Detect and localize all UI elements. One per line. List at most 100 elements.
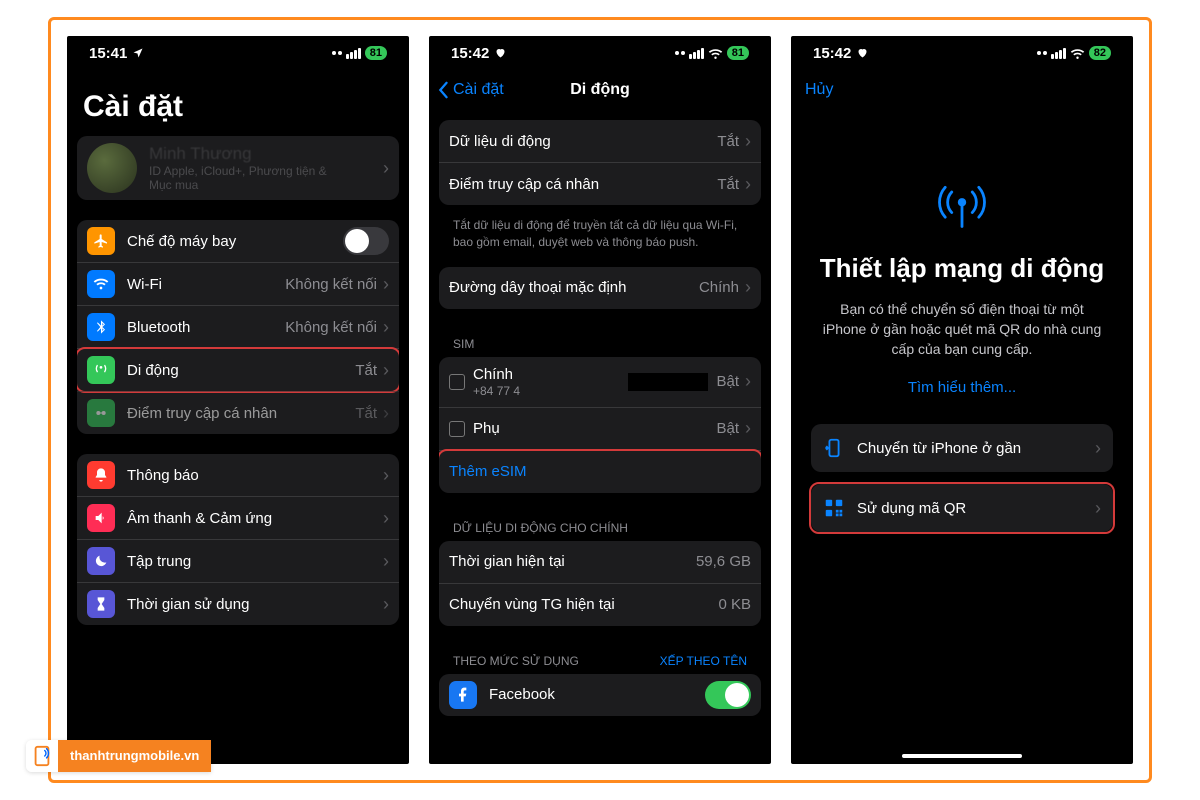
chevron-right-icon: › bbox=[1095, 498, 1101, 519]
heart-icon bbox=[856, 47, 869, 59]
cellular-row[interactable]: Di động Tắt › bbox=[77, 348, 399, 391]
default-voice-line-row[interactable]: Đường dây thoại mặc định Chính › bbox=[439, 267, 761, 309]
dual-sim-icon bbox=[332, 51, 342, 55]
sort-by-name-link[interactable]: XẾP THEO TÊN bbox=[660, 654, 747, 668]
status-time: 15:41 bbox=[89, 45, 127, 62]
current-period-row[interactable]: Thời gian hiện tại 59,6 GB bbox=[439, 541, 761, 583]
page-title: Cài đặt bbox=[67, 70, 409, 136]
bell-icon bbox=[87, 461, 115, 489]
personal-hotspot-row[interactable]: Điểm truy cập cá nhân Tắt › bbox=[439, 162, 761, 205]
hotspot-row[interactable]: Điểm truy cập cá nhân Tắt › bbox=[77, 391, 399, 434]
brand-logo-icon bbox=[26, 740, 58, 772]
airplane-mode-row[interactable]: Chế độ máy bay bbox=[77, 220, 399, 262]
sim-group: Chính +84 77 4 Bật › Phụ Bật › Thêm bbox=[439, 357, 761, 493]
watermark-brand: thanhtrungmobile.vn bbox=[26, 740, 211, 772]
cellular-data-group: Dữ liệu di động Tắt › Điểm truy cập cá n… bbox=[439, 120, 761, 205]
sim-secondary-row[interactable]: Phụ Bật › bbox=[439, 407, 761, 450]
wifi-row[interactable]: Wi-Fi Không kết nối › bbox=[77, 262, 399, 305]
profile-group: Minh Thương ID Apple, iCloud+, Phương ti… bbox=[77, 136, 399, 200]
nav-header: Hủy bbox=[791, 70, 1133, 110]
brand-text: thanhtrungmobile.vn bbox=[58, 740, 211, 772]
sim-section-header: SIM bbox=[439, 329, 761, 357]
antenna-icon bbox=[934, 178, 990, 234]
sim-badge-icon bbox=[449, 374, 465, 390]
hourglass-icon bbox=[87, 590, 115, 618]
by-usage-header: THEO MỨC SỬ DỤNG XẾP THEO TÊN bbox=[439, 646, 761, 674]
status-bar: 15:42 82 bbox=[791, 36, 1133, 70]
chevron-right-icon: › bbox=[383, 274, 389, 295]
chevron-right-icon: › bbox=[383, 465, 389, 486]
cellular-data-row[interactable]: Dữ liệu di động Tắt › bbox=[439, 120, 761, 162]
chevron-right-icon: › bbox=[745, 277, 751, 298]
screentime-row[interactable]: Thời gian sử dụng › bbox=[77, 582, 399, 625]
nav-header: Cài đặt Di động bbox=[429, 70, 771, 110]
battery-indicator: 81 bbox=[727, 46, 749, 60]
profile-sub1: ID Apple, iCloud+, Phương tiện & bbox=[149, 164, 377, 178]
chevron-right-icon: › bbox=[745, 131, 751, 152]
profile-sub2: Mục mua bbox=[149, 178, 377, 192]
qr-icon bbox=[823, 497, 845, 519]
wifi-icon bbox=[708, 48, 723, 59]
cell-signal-icon bbox=[346, 48, 361, 59]
heart-icon bbox=[494, 47, 507, 59]
cell-signal-icon bbox=[689, 48, 704, 59]
chevron-right-icon: › bbox=[383, 508, 389, 529]
cancel-button[interactable]: Hủy bbox=[805, 70, 833, 110]
setup-title: Thiết lập mạng di động bbox=[820, 252, 1105, 285]
airplane-icon bbox=[87, 227, 115, 255]
dual-sim-icon bbox=[675, 51, 685, 55]
status-time: 15:42 bbox=[813, 45, 851, 62]
wifi-icon bbox=[87, 270, 115, 298]
apple-id-row[interactable]: Minh Thương ID Apple, iCloud+, Phương ti… bbox=[77, 136, 399, 200]
wifi-icon bbox=[1070, 48, 1085, 59]
chevron-right-icon: › bbox=[383, 360, 389, 381]
add-esim-row[interactable]: Thêm eSIM bbox=[439, 450, 761, 493]
screenshot-cellular: 15:42 81 Cài đặt Di động Dữ liệu di động… bbox=[429, 36, 771, 764]
dual-sim-icon bbox=[1037, 51, 1047, 55]
app-facebook-row[interactable]: Facebook bbox=[439, 674, 761, 716]
connectivity-group: Chế độ máy bay Wi-Fi Không kết nối › Blu… bbox=[77, 220, 399, 434]
airplane-toggle[interactable] bbox=[343, 227, 389, 255]
default-line-group: Đường dây thoại mặc định Chính › bbox=[439, 267, 761, 309]
sim-badge-icon bbox=[449, 421, 465, 437]
location-icon bbox=[132, 47, 144, 59]
transfer-from-iphone-row[interactable]: Chuyển từ iPhone ở gần › bbox=[811, 424, 1113, 472]
use-qr-code-row[interactable]: Sử dụng mã QR › bbox=[811, 484, 1113, 532]
data-for-primary-header: DỮ LIỆU DI ĐỘNG CHO CHÍNH bbox=[439, 513, 761, 541]
back-button[interactable]: Cài đặt bbox=[437, 70, 504, 110]
learn-more-link[interactable]: Tìm hiểu thêm... bbox=[908, 379, 1016, 396]
notifications-row[interactable]: Thông báo › bbox=[77, 454, 399, 496]
chevron-right-icon: › bbox=[383, 403, 389, 424]
screenshot-settings: 15:41 81 Cài đặt Minh Thương ID Apple, i… bbox=[67, 36, 409, 764]
roaming-period-row[interactable]: Chuyển vùng TG hiện tại 0 KB bbox=[439, 583, 761, 626]
bluetooth-icon bbox=[87, 313, 115, 341]
app-toggle[interactable] bbox=[705, 681, 751, 709]
cell-signal-icon bbox=[1051, 48, 1066, 59]
hotspot-icon bbox=[87, 399, 115, 427]
avatar bbox=[87, 143, 137, 193]
home-indicator[interactable] bbox=[902, 754, 1022, 758]
usage-stats-group: Thời gian hiện tại 59,6 GB Chuyển vùng T… bbox=[439, 541, 761, 626]
chevron-right-icon: › bbox=[383, 551, 389, 572]
sound-icon bbox=[87, 504, 115, 532]
status-bar: 15:41 81 bbox=[67, 36, 409, 70]
focus-row[interactable]: Tập trung › bbox=[77, 539, 399, 582]
cellular-icon bbox=[87, 356, 115, 384]
chevron-right-icon: › bbox=[1095, 438, 1101, 459]
tutorial-frame: 15:41 81 Cài đặt Minh Thương ID Apple, i… bbox=[48, 17, 1152, 783]
notifications-group: Thông báo › Âm thanh & Cảm ứng › Tập tru… bbox=[77, 454, 399, 625]
battery-indicator: 82 bbox=[1089, 46, 1111, 60]
cellular-note: Tắt dữ liệu di động để truyền tất cả dữ … bbox=[439, 211, 761, 267]
status-bar: 15:42 81 bbox=[429, 36, 771, 70]
setup-description: Bạn có thể chuyển số điện thoại từ một i… bbox=[811, 299, 1113, 360]
apps-usage-group: Facebook bbox=[439, 674, 761, 716]
chevron-right-icon: › bbox=[383, 158, 389, 179]
facebook-icon bbox=[449, 681, 477, 709]
sounds-row[interactable]: Âm thanh & Cảm ứng › bbox=[77, 496, 399, 539]
bluetooth-row[interactable]: Bluetooth Không kết nối › bbox=[77, 305, 399, 348]
transfer-icon bbox=[823, 437, 845, 459]
moon-icon bbox=[87, 547, 115, 575]
sim-primary-row[interactable]: Chính +84 77 4 Bật › bbox=[439, 357, 761, 407]
chevron-right-icon: › bbox=[383, 317, 389, 338]
nav-title: Di động bbox=[570, 81, 630, 99]
